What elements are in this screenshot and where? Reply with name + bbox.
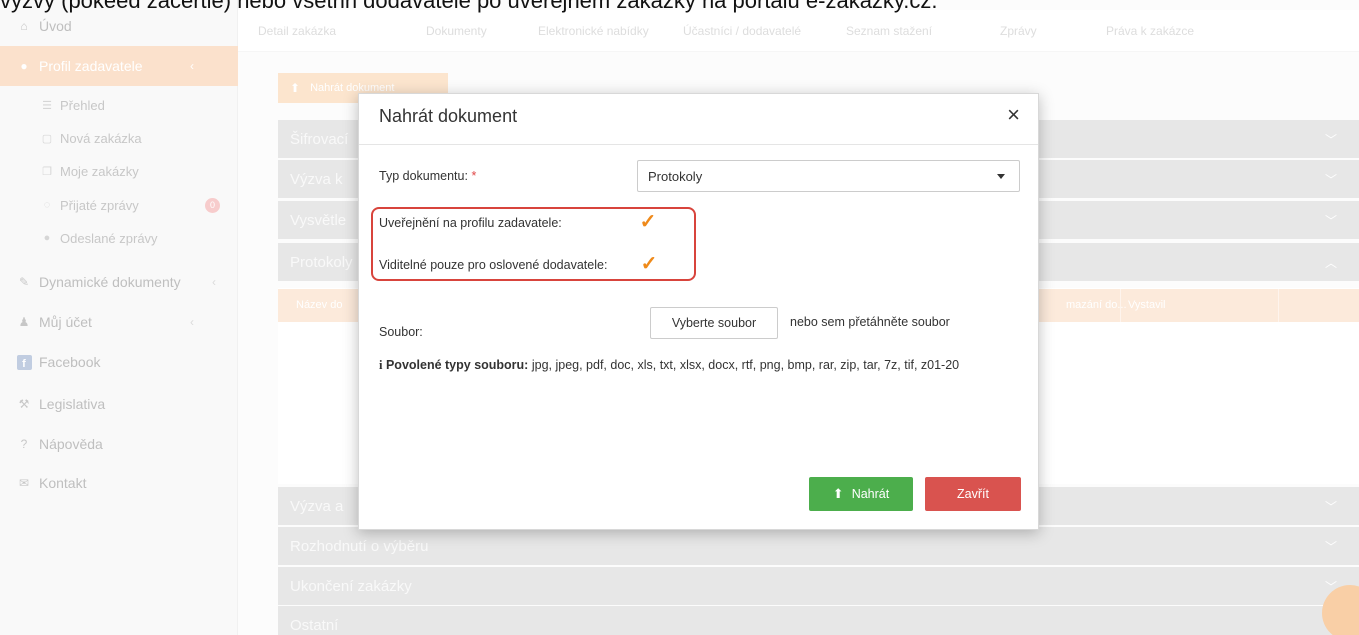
visible-checkbox[interactable]: ✓ (639, 254, 659, 274)
doc-type-value: Protokoly (648, 168, 703, 184)
doc-type-select[interactable]: Protokoly (637, 160, 1020, 192)
dialog-title: Nahrát dokument (379, 106, 518, 126)
upload-dialog: Nahrát dokument × Typ dokumentu: * Proto… (358, 93, 1039, 530)
info-icon: i (379, 358, 383, 372)
allowed-types-label: Povolené typy souboru: (385, 358, 529, 372)
upload-icon: ⬆ (832, 486, 844, 501)
dropdown-caret-icon (997, 174, 1005, 179)
upload-submit-button[interactable]: ⬆ Nahrát (809, 477, 913, 511)
doc-type-label-text: Typ dokumentu: (379, 169, 468, 183)
upload-submit-label: Nahrát (851, 487, 890, 501)
publish-label: Uveřejnění na profilu zadavatele: (379, 216, 562, 230)
page: výzvy (pokeed zacertie) nebo všetnn doda… (0, 0, 1359, 635)
doc-type-label: Typ dokumentu: * (379, 169, 476, 183)
file-label: Soubor: (379, 325, 423, 339)
close-icon[interactable]: × (1007, 104, 1020, 126)
top-caption: výzvy (pokeed zacertie) nebo všetnn doda… (0, 0, 938, 13)
publish-checkbox[interactable]: ✓ (638, 212, 658, 232)
allowed-types-value: jpg, jpeg, pdf, doc, xls, txt, xlsx, doc… (531, 358, 960, 372)
dialog-divider (359, 144, 1038, 145)
required-mark: * (471, 169, 477, 183)
file-drop-hint: nebo sem přetáhněte soubor (790, 315, 950, 329)
close-dialog-button[interactable]: Zavřít (925, 477, 1021, 511)
visible-label: Viditelné pouze pro oslovené dodavatele: (379, 258, 608, 272)
choose-file-button[interactable]: Vyberte soubor (650, 307, 778, 339)
allowed-types-note: i Povolené typy souboru: jpg, jpeg, pdf,… (379, 357, 1029, 374)
